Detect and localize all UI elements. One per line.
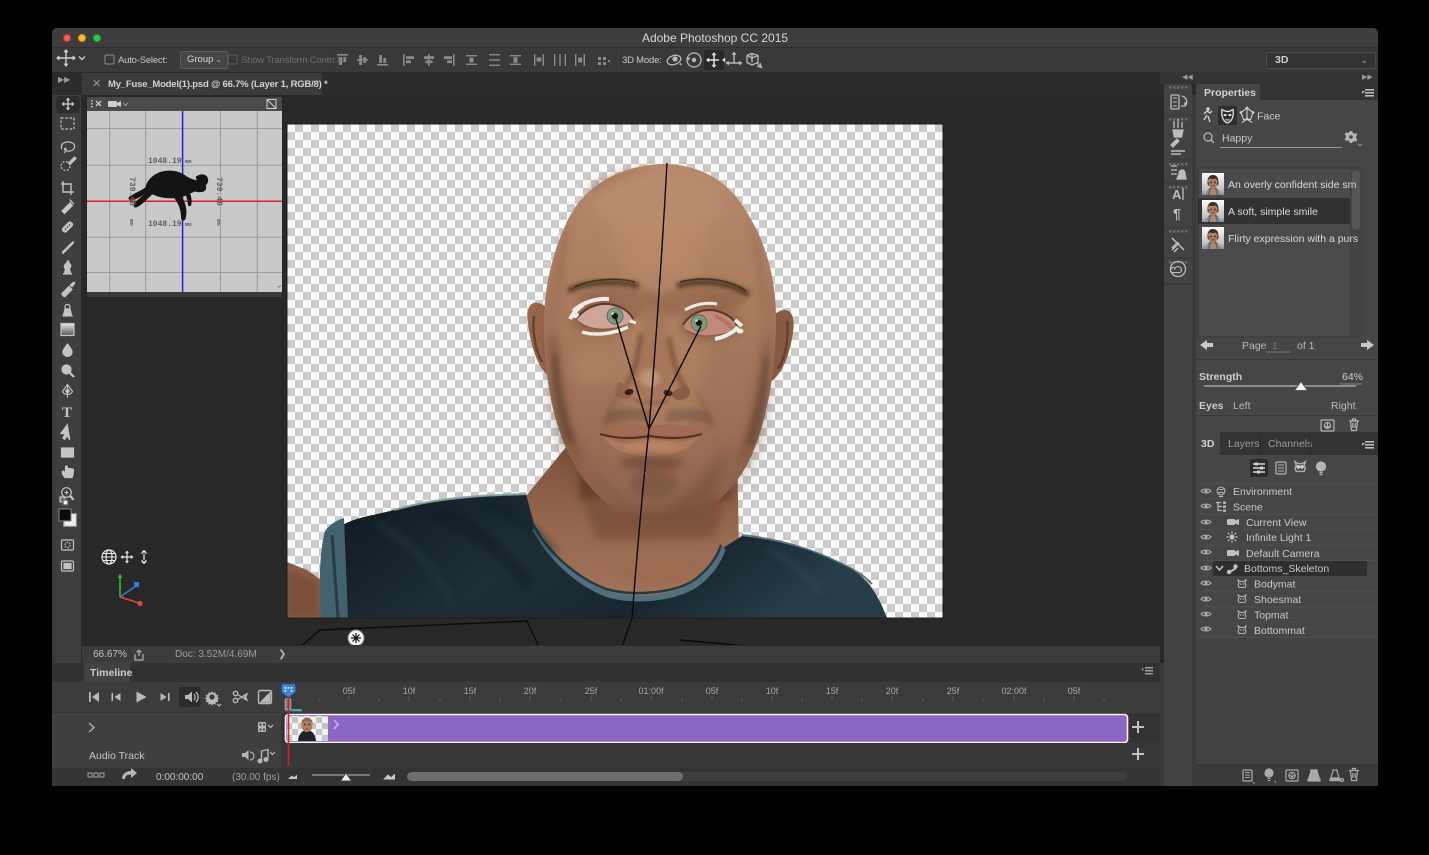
svg-text:Scene: Scene	[1233, 502, 1263, 514]
svg-text:Shoesmat: Shoesmat	[1254, 594, 1301, 606]
svg-text:Right: Right	[1331, 400, 1356, 412]
svg-text:Bottoms_Skeleton: Bottoms_Skeleton	[1244, 563, 1329, 575]
svg-text:Bodymat: Bodymat	[1254, 579, 1296, 591]
svg-text:mm: mm	[185, 221, 192, 228]
svg-text:05f: 05f	[343, 686, 356, 696]
svg-text:A: A	[1172, 187, 1182, 202]
svg-text:Face: Face	[1257, 111, 1281, 123]
svg-text:of 1: of 1	[1297, 340, 1315, 352]
svg-text:Show Transform Controls: Show Transform Controls	[241, 55, 344, 66]
svg-text:Audio Track: Audio Track	[89, 750, 145, 762]
svg-text:Properties: Properties	[1204, 87, 1256, 99]
svg-text:20f: 20f	[524, 686, 537, 696]
svg-text:15f: 15f	[464, 686, 477, 696]
svg-text:10f: 10f	[403, 686, 416, 696]
svg-text:A soft, simple smile: A soft, simple smile	[1228, 206, 1318, 218]
svg-text:64%: 64%	[1342, 371, 1363, 383]
svg-text:Eyes: Eyes	[1199, 400, 1224, 412]
svg-text:Timeline: Timeline	[90, 667, 133, 679]
svg-text:3D: 3D	[1201, 438, 1215, 450]
svg-text:0:00:00:00: 0:00:00:00	[156, 772, 204, 783]
svg-text:Channels: Channels	[1268, 438, 1312, 450]
svg-text:Left: Left	[1233, 400, 1251, 412]
svg-text:01:00f: 01:00f	[638, 686, 664, 696]
svg-text:1048.19: 1048.19	[148, 157, 182, 166]
svg-text:Strength: Strength	[1199, 371, 1242, 383]
svg-text:Layers: Layers	[1228, 438, 1260, 450]
svg-text:¶: ¶	[1173, 206, 1181, 222]
svg-text:25f: 25f	[947, 686, 960, 696]
svg-text:An overly confident side sm: An overly confident side sm	[1228, 179, 1357, 191]
svg-text:1: 1	[1272, 340, 1278, 352]
svg-text:10f: 10f	[766, 686, 779, 696]
svg-text:1048.19: 1048.19	[148, 220, 182, 229]
svg-text:Environment: Environment	[1233, 486, 1292, 498]
svg-text:739.46: 739.46	[214, 177, 223, 206]
svg-text:mm: mm	[128, 219, 135, 226]
svg-text:Auto-Select:: Auto-Select:	[118, 55, 167, 66]
svg-text:25f: 25f	[585, 686, 598, 696]
svg-text:Current View: Current View	[1246, 517, 1307, 529]
svg-text:Topmat: Topmat	[1254, 610, 1289, 622]
svg-text:Infinite Light 1: Infinite Light 1	[1246, 532, 1312, 544]
svg-text:Happy: Happy	[1222, 133, 1253, 145]
svg-text:Bottommat: Bottommat	[1254, 625, 1305, 637]
svg-text:05f: 05f	[706, 686, 719, 696]
svg-text:T: T	[62, 405, 72, 421]
svg-text:Page: Page	[1242, 340, 1267, 352]
svg-text:Default Camera: Default Camera	[1246, 548, 1320, 560]
svg-text:(30.00 fps): (30.00 fps)	[232, 772, 280, 783]
svg-text:739.46: 739.46	[127, 177, 136, 206]
svg-text:mm: mm	[215, 219, 222, 226]
svg-text:02:00f: 02:00f	[1001, 686, 1027, 696]
svg-text:15f: 15f	[826, 686, 839, 696]
svg-text:Flirty expression with a purs: Flirty expression with a purs	[1228, 233, 1358, 245]
svg-text:05f: 05f	[1068, 686, 1081, 696]
svg-text:mm: mm	[185, 158, 192, 165]
svg-text:3D Mode:: 3D Mode:	[622, 55, 662, 66]
svg-text:20f: 20f	[886, 686, 899, 696]
